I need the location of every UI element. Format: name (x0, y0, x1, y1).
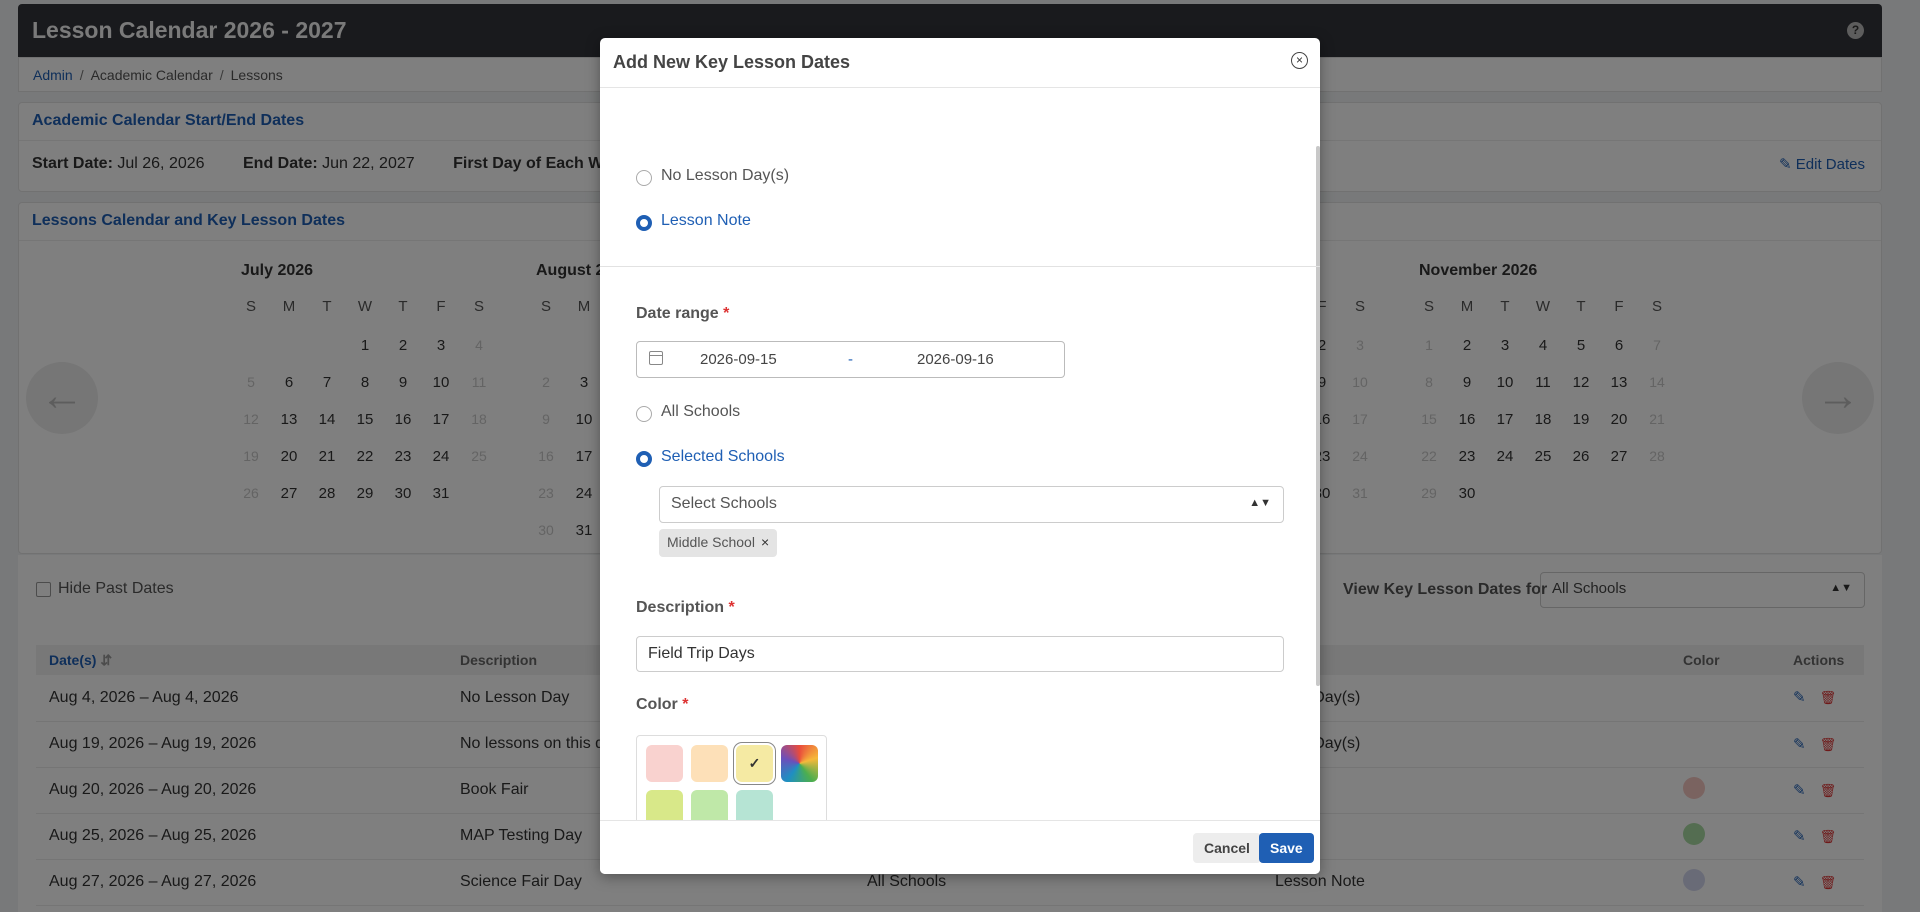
custom-color-swatch[interactable] (781, 745, 818, 782)
date-range-label: Date range * (636, 305, 730, 322)
close-icon[interactable]: × (1291, 52, 1308, 69)
cancel-button[interactable]: Cancel (1193, 833, 1261, 863)
calendar-icon (649, 351, 663, 365)
all-schools-label[interactable]: All Schools (661, 403, 740, 421)
selected-schools-label[interactable]: Selected Schools (661, 448, 785, 466)
check-icon: ✓ (748, 755, 761, 771)
color-swatch[interactable] (691, 745, 728, 782)
sort-carets-icon: ▲▼ (1249, 497, 1271, 509)
divider (600, 266, 1320, 267)
color-label: Color * (636, 696, 689, 713)
lesson-note-label[interactable]: Lesson Note (661, 212, 751, 230)
school-tag: Middle School × (659, 529, 778, 557)
date-end: 2026-09-16 (917, 351, 994, 368)
selected-schools-radio[interactable] (636, 451, 652, 467)
add-key-dates-modal: Add New Key Lesson Dates × No Lesson Day… (600, 38, 1320, 874)
modal-header: Add New Key Lesson Dates × (600, 38, 1320, 88)
remove-tag-icon[interactable]: × (761, 534, 769, 550)
date-range-input[interactable]: 2026-09-15 - 2026-09-16 (636, 341, 1065, 378)
no-lesson-radio[interactable] (636, 170, 652, 186)
color-swatch[interactable] (691, 790, 728, 820)
color-swatch[interactable] (736, 790, 773, 820)
modal-body: No Lesson Day(s) Lesson Note Date range … (600, 88, 1320, 820)
description-label: Description * (636, 599, 735, 616)
modal-title: Add New Key Lesson Dates (613, 52, 851, 72)
date-start: 2026-09-15 (700, 351, 777, 368)
color-picker: ✓ (636, 735, 827, 820)
description-input[interactable]: Field Trip Days (636, 636, 1284, 672)
all-schools-radio[interactable] (636, 406, 652, 422)
lesson-note-radio[interactable] (636, 215, 652, 231)
select-schools-dropdown[interactable]: Select Schools ▲▼ (659, 486, 1284, 523)
modal-footer: Cancel Save (600, 820, 1320, 874)
color-swatch[interactable] (646, 790, 683, 820)
no-lesson-label[interactable]: No Lesson Day(s) (661, 167, 789, 185)
color-swatch-selected[interactable]: ✓ (736, 745, 773, 782)
color-swatch[interactable] (646, 745, 683, 782)
save-button[interactable]: Save (1259, 833, 1314, 863)
modal-scrollbar[interactable] (1316, 146, 1320, 686)
